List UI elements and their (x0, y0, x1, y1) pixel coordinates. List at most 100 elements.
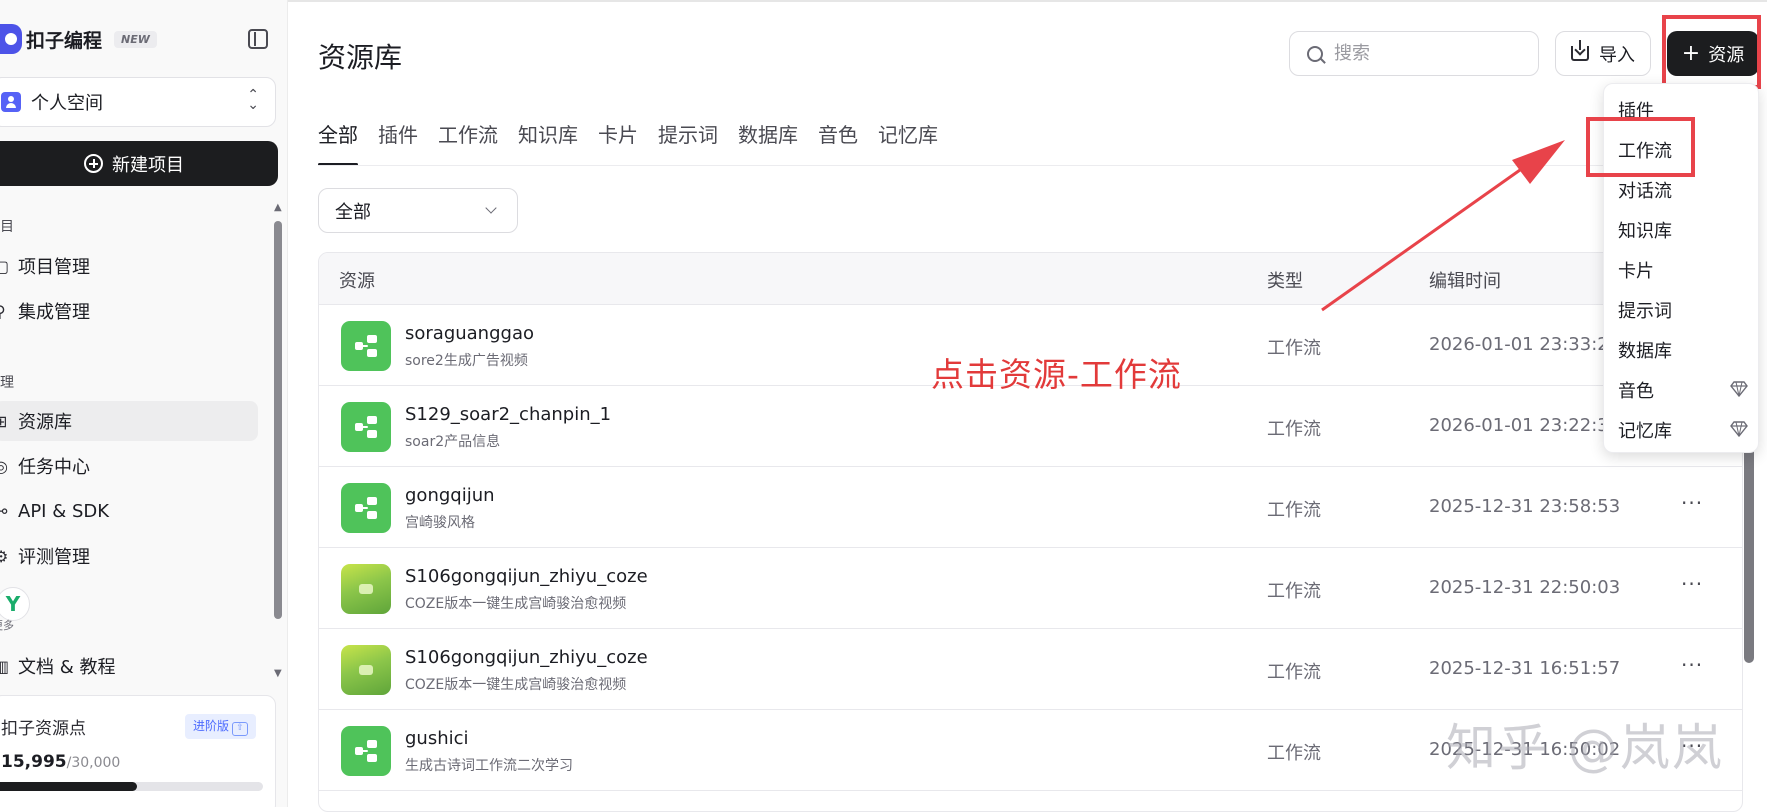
scroll-down-icon[interactable]: ▼ (274, 668, 282, 679)
sidebar-item-label: 评测管理 (18, 547, 90, 568)
resource-desc: COZE版本一键生成宫崎骏治愈视频 (405, 596, 627, 612)
resource-name[interactable]: S106gongqijun_zhiyu_coze (405, 647, 648, 668)
credits-count: 15,995/30,000 (1, 752, 120, 772)
tab-7[interactable]: 音色 (818, 118, 858, 166)
tab-8[interactable]: 记忆库 (878, 118, 938, 166)
table-header: 资源 类型 编辑时间 (319, 253, 1742, 305)
top-border (288, 0, 1767, 2)
credits-panel[interactable]: 扣子资源点 进阶版 ⇧ 15,995/30,000 (0, 695, 276, 807)
main-scrollbar[interactable] (1744, 420, 1754, 663)
brand-name: 扣子编程 (26, 29, 103, 52)
sidebar-scrollbar[interactable] (274, 221, 282, 619)
table-row[interactable]: gongqijun 宫崎骏风格 工作流 2025-12-31 23:58:53 ··· (319, 467, 1742, 548)
credits-progress-fill (0, 782, 137, 791)
sidebar-item-api[interactable]: ⚯ API & SDK (0, 491, 258, 531)
diamond-icon (1730, 381, 1748, 397)
resource-type: 工作流 (1267, 581, 1321, 602)
dropdown-item-2[interactable]: 对话流 (1618, 177, 1672, 203)
user-icon (1, 92, 21, 112)
table-row[interactable]: S129_soar2_chanpin_1 soar2产品信息 工作流 2026-01-… (319, 386, 1742, 467)
dropdown-item-6[interactable]: 数据库 (1618, 337, 1672, 363)
more-actions-icon[interactable]: ··· (1681, 572, 1703, 596)
avatar[interactable]: Y (0, 587, 30, 621)
tab-3[interactable]: 知识库 (518, 118, 578, 166)
resource-name[interactable]: gongqijun (405, 485, 495, 506)
api-icon: ⚯ (0, 502, 16, 521)
thumbnail-image (341, 564, 391, 614)
resource-type: 工作流 (1267, 500, 1321, 521)
search-input[interactable] (1332, 42, 1522, 65)
search-box[interactable] (1289, 31, 1539, 76)
tab-6[interactable]: 数据库 (738, 118, 798, 166)
sidebar-item-tasks[interactable]: ◎ 任务中心 (0, 446, 258, 486)
arrow-head (1512, 140, 1565, 184)
sidebar-item-docs[interactable]: ▥ 文档 & 教程 (0, 646, 258, 686)
sidebar-item-label: 任务中心 (18, 457, 90, 478)
sidebar-item-project-manage[interactable]: ▢ 项目管理 (0, 246, 258, 286)
sidebar-item-integration[interactable]: ⚲ 集成管理 (0, 291, 258, 331)
type-filter-select[interactable]: 全部 (318, 188, 518, 233)
folder-icon: ▢ (0, 257, 16, 276)
plan-badge[interactable]: 进阶版 ⇧ (185, 714, 257, 739)
space-label: 个人空间 (31, 93, 103, 114)
dropdown-item-8[interactable]: 记忆库 (1618, 417, 1672, 443)
tabs-divider (318, 165, 1743, 166)
sidebar-item-label: 资源库 (18, 412, 72, 433)
resource-edit-time: 2026-01-01 23:22:31 (1429, 415, 1621, 436)
import-button[interactable]: 导入 (1555, 31, 1651, 76)
header-edit-time: 编辑时间 (1429, 271, 1501, 292)
more-actions-icon[interactable]: ··· (1681, 653, 1703, 677)
table-row[interactable]: S106gongqijun_zhiyu_coze COZE版本一键生成宫崎骏治愈视… (319, 629, 1742, 710)
resource-name[interactable]: S106gongqijun_zhiyu_coze (405, 566, 648, 587)
sidebar-item-label: 集成管理 (18, 302, 90, 323)
workflow-icon (341, 321, 391, 371)
credits-used: 15,995 (1, 752, 67, 772)
resource-desc: 宫崎骏风格 (405, 515, 475, 531)
page-title: 资源库 (318, 41, 403, 74)
resource-name[interactable]: S129_soar2_chanpin_1 (405, 404, 611, 425)
more-label: 更多 (0, 619, 14, 632)
resource-edit-time: 2025-12-31 22:50:03 (1429, 577, 1621, 598)
section-label-project: 项目 (0, 219, 14, 235)
scroll-up-icon[interactable]: ▲ (274, 202, 282, 213)
resource-desc: sore2生成广告视频 (405, 353, 528, 369)
sidebar-item-library[interactable]: ⊞ 资源库 (0, 401, 258, 441)
table-row[interactable]: S106gongqijun_zhiyu_coze COZE版本一键生成宫崎骏治愈视… (319, 548, 1742, 629)
credits-progress-bar (0, 782, 263, 791)
dropdown-item-5[interactable]: 提示词 (1618, 297, 1672, 323)
thumbnail-image (341, 645, 391, 695)
tab-5[interactable]: 提示词 (658, 118, 718, 166)
dropdown-item-3[interactable]: 知识库 (1618, 217, 1672, 243)
workflow-icon (341, 726, 391, 776)
workflow-icon (341, 402, 391, 452)
tab-4[interactable]: 卡片 (598, 118, 638, 166)
dropdown-item-7[interactable]: 音色 (1618, 377, 1654, 403)
more-actions-icon[interactable]: ··· (1681, 491, 1703, 515)
import-icon (1571, 40, 1589, 61)
workflow-icon (341, 483, 391, 533)
book-icon: ▥ (0, 657, 16, 676)
resource-name[interactable]: gushici (405, 728, 469, 749)
plan-badge-label: 进阶版 (193, 719, 230, 733)
brand[interactable]: 扣子编程 NEW (0, 24, 157, 54)
space-selector[interactable]: 个人空间 ⌃ ⌄ (0, 77, 276, 127)
dropdown-item-4[interactable]: 卡片 (1618, 257, 1654, 283)
new-project-button[interactable]: 新建项目 (0, 141, 278, 186)
highlight-box-workflow (1586, 117, 1695, 177)
diamond-icon (1730, 421, 1748, 437)
sidebar-item-evaluation[interactable]: ⚙ 评测管理 (0, 536, 258, 576)
library-icon: ⊞ (0, 412, 16, 431)
tab-2[interactable]: 工作流 (438, 118, 498, 166)
sidebar-collapse-icon[interactable] (248, 29, 268, 49)
search-icon (1307, 45, 1323, 62)
credits-title: 扣子资源点 (1, 719, 86, 739)
tab-1[interactable]: 插件 (378, 118, 418, 166)
new-badge: NEW (114, 30, 157, 48)
tab-0[interactable]: 全部 (318, 118, 358, 166)
filter-value: 全部 (335, 201, 371, 223)
resource-desc: soar2产品信息 (405, 434, 501, 450)
resource-name[interactable]: soraguanggao (405, 323, 534, 344)
annotation-text: 点击资源-工作流 (931, 355, 1182, 394)
sidebar-item-label: 项目管理 (18, 257, 90, 278)
eval-icon: ⚙ (0, 547, 16, 566)
